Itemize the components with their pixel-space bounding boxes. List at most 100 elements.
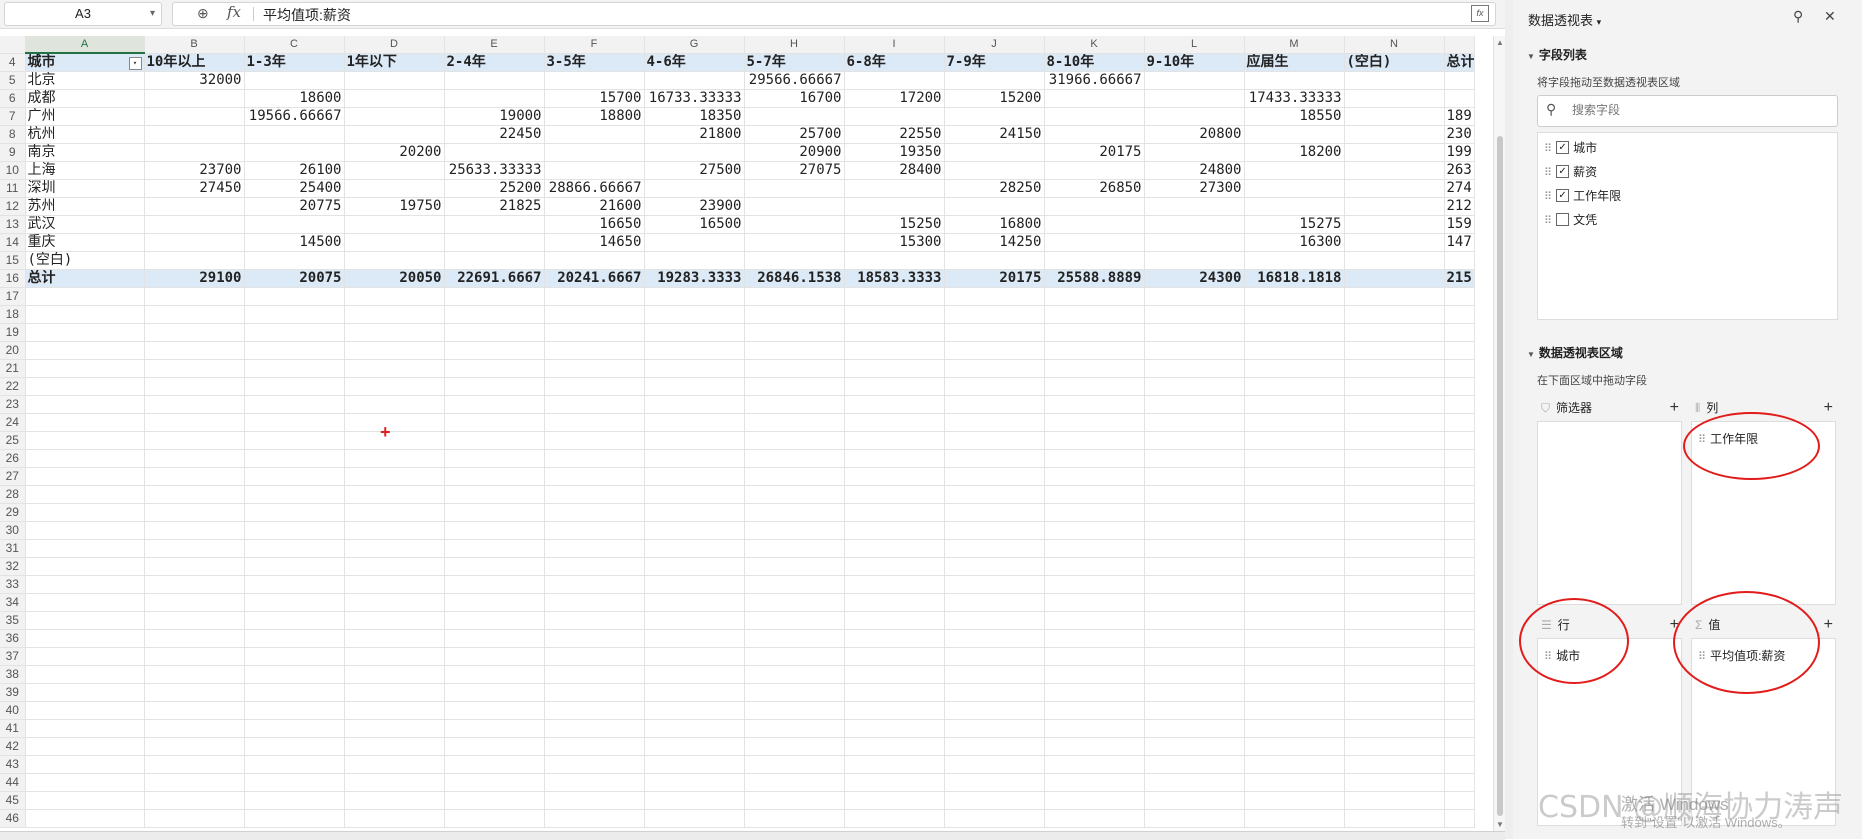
column-header[interactable]: L — [1144, 36, 1245, 54]
cell[interactable]: 19283.3333 — [644, 269, 745, 288]
cell[interactable]: 22450 — [444, 125, 545, 144]
cell[interactable] — [744, 341, 845, 360]
cell[interactable]: 14250 — [944, 233, 1045, 252]
row-number[interactable]: 35 — [0, 611, 26, 630]
cell[interactable] — [1044, 773, 1145, 792]
cell[interactable] — [1144, 215, 1245, 234]
cell[interactable] — [744, 485, 845, 504]
cell[interactable] — [1044, 89, 1145, 108]
cell[interactable] — [944, 323, 1045, 342]
cell[interactable] — [144, 665, 245, 684]
cell[interactable] — [1044, 233, 1145, 252]
cell[interactable] — [744, 305, 845, 324]
cell[interactable] — [744, 107, 845, 126]
row-number[interactable]: 40 — [0, 701, 26, 720]
cell[interactable] — [1244, 71, 1345, 90]
cell[interactable] — [244, 737, 345, 756]
cell[interactable] — [244, 71, 345, 90]
cell[interactable] — [144, 305, 245, 324]
cell[interactable]: 15700 — [544, 89, 645, 108]
cell[interactable] — [944, 431, 1045, 450]
cell[interactable] — [444, 791, 545, 810]
row-number[interactable]: 43 — [0, 755, 26, 774]
cell[interactable] — [744, 791, 845, 810]
cell[interactable] — [1144, 287, 1245, 306]
cell[interactable] — [1244, 179, 1345, 198]
cell[interactable] — [244, 521, 345, 540]
cell[interactable]: 25633.33333 — [444, 161, 545, 180]
cell[interactable] — [1344, 557, 1445, 576]
row-number[interactable]: 14 — [0, 233, 26, 252]
cell[interactable]: 274 — [1444, 179, 1475, 198]
cell[interactable] — [444, 701, 545, 720]
column-header[interactable]: A — [25, 36, 145, 54]
cell[interactable] — [25, 521, 145, 540]
cell[interactable] — [744, 233, 845, 252]
cell[interactable] — [25, 629, 145, 648]
cell[interactable] — [644, 431, 745, 450]
cell[interactable] — [1044, 719, 1145, 738]
cell[interactable] — [1344, 521, 1445, 540]
search-input[interactable] — [1570, 102, 1824, 118]
cell[interactable] — [744, 179, 845, 198]
cell[interactable] — [1344, 575, 1445, 594]
cell[interactable] — [444, 521, 545, 540]
cell[interactable] — [1444, 413, 1475, 432]
cell[interactable]: 28400 — [844, 161, 945, 180]
cell[interactable] — [344, 701, 445, 720]
column-header[interactable]: H — [744, 36, 845, 54]
cell[interactable] — [344, 107, 445, 126]
cell[interactable]: 14500 — [244, 233, 345, 252]
cell[interactable] — [644, 665, 745, 684]
cell[interactable] — [1344, 395, 1445, 414]
cell[interactable] — [644, 719, 745, 738]
cell[interactable] — [444, 539, 545, 558]
cell[interactable] — [644, 557, 745, 576]
cell[interactable]: 212 — [1444, 197, 1475, 216]
cell[interactable] — [844, 719, 945, 738]
cell[interactable] — [25, 701, 145, 720]
cell[interactable] — [844, 629, 945, 648]
cell[interactable]: 230 — [1444, 125, 1475, 144]
pivot-column-header-cell[interactable]: 10年以上 — [144, 53, 245, 72]
cell[interactable] — [1344, 701, 1445, 720]
cell[interactable]: 263 — [1444, 161, 1475, 180]
cell[interactable] — [544, 701, 645, 720]
cell[interactable] — [1244, 629, 1345, 648]
cell[interactable] — [744, 611, 845, 630]
cell[interactable] — [844, 449, 945, 468]
cell[interactable] — [544, 629, 645, 648]
cell[interactable] — [1044, 287, 1145, 306]
cell[interactable] — [344, 449, 445, 468]
cell[interactable] — [344, 575, 445, 594]
cell[interactable] — [944, 395, 1045, 414]
pivot-column-header-cell[interactable]: 8-10年 — [1044, 53, 1145, 72]
cell[interactable] — [244, 665, 345, 684]
cell[interactable]: 19566.66667 — [244, 107, 345, 126]
cell[interactable] — [444, 503, 545, 522]
cell[interactable] — [644, 341, 745, 360]
cell[interactable] — [1444, 611, 1475, 630]
cell[interactable] — [1444, 647, 1475, 666]
cell[interactable] — [744, 719, 845, 738]
cell[interactable] — [344, 557, 445, 576]
cell[interactable]: 24150 — [944, 125, 1045, 144]
cell[interactable]: 17433.33333 — [1244, 89, 1345, 108]
cell[interactable] — [1144, 503, 1245, 522]
cell[interactable] — [1244, 611, 1345, 630]
pivot-column-header-cell[interactable]: 7-9年 — [944, 53, 1045, 72]
row-number[interactable]: 10 — [0, 161, 26, 180]
cell[interactable] — [644, 305, 745, 324]
cell[interactable] — [444, 467, 545, 486]
cell[interactable] — [1144, 323, 1245, 342]
cell[interactable] — [544, 161, 645, 180]
cell[interactable] — [644, 737, 745, 756]
cell[interactable] — [244, 593, 345, 612]
cell[interactable] — [544, 791, 645, 810]
cell[interactable] — [144, 377, 245, 396]
cell[interactable] — [744, 431, 845, 450]
cell[interactable] — [944, 143, 1045, 162]
cell[interactable] — [944, 791, 1045, 810]
cell[interactable] — [144, 467, 245, 486]
cell[interactable]: 32000 — [144, 71, 245, 90]
